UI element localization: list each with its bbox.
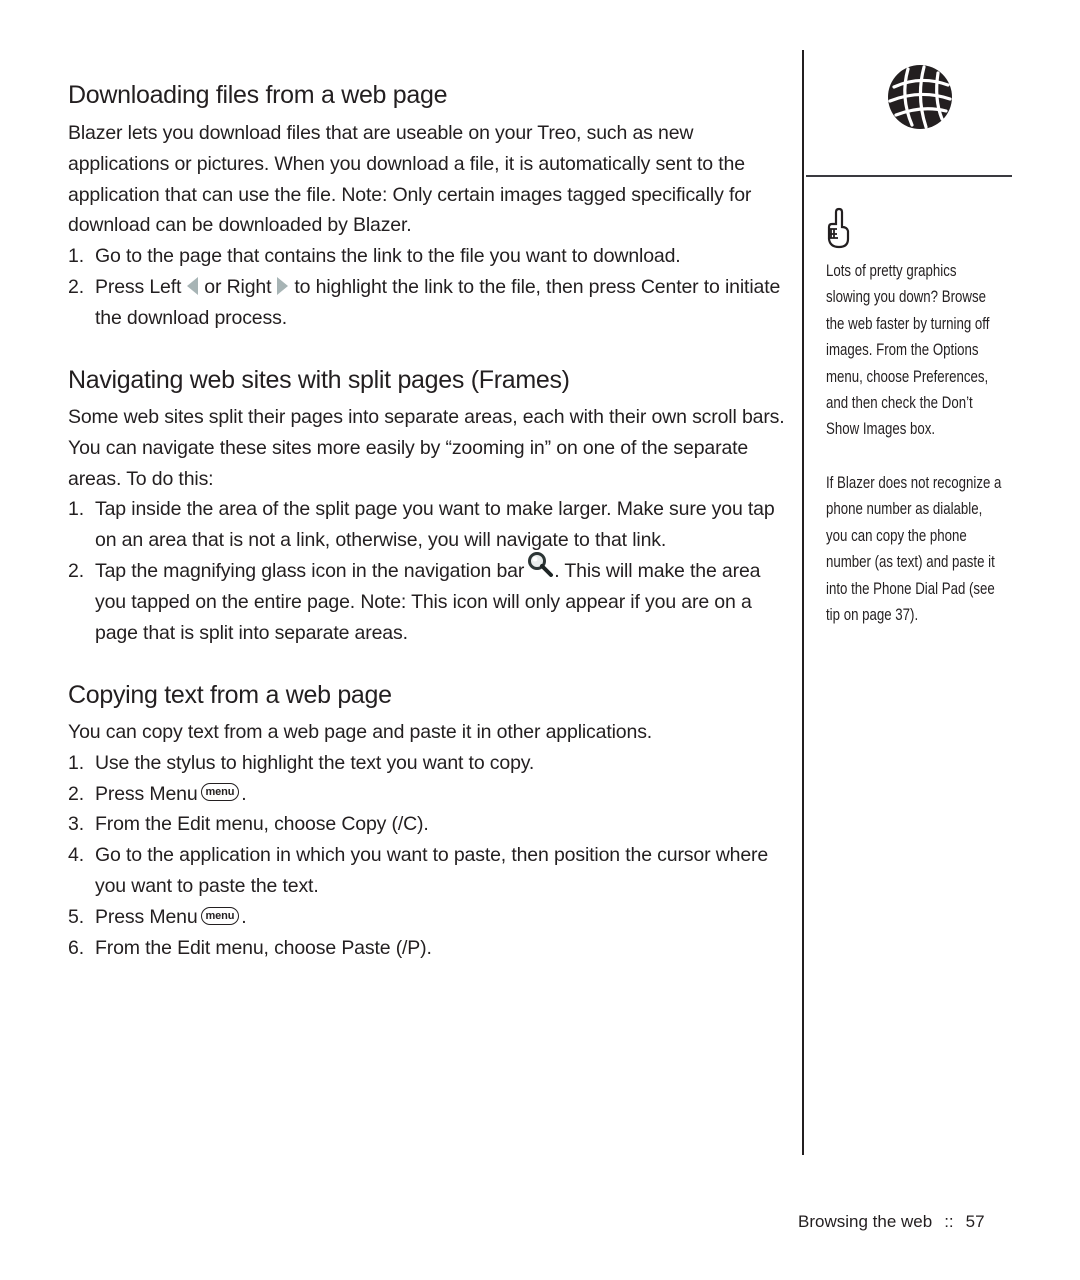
menu-key-icon: menu — [200, 906, 240, 925]
section-heading-downloading: Downloading files from a web page — [68, 81, 448, 109]
list-item: 2. Press Left or Right to highlight the lin… — [68, 275, 781, 329]
section-heading-frames: Navigating web sites with split pages (F… — [68, 366, 570, 394]
footer-separator: :: — [944, 1212, 954, 1231]
paragraph: Blazer lets you download files that are … — [68, 122, 752, 237]
sidebar-tip-images: Lots of pretty graphics slowing you down… — [826, 261, 990, 439]
paragraph: You can copy text from a web page and pa… — [68, 721, 653, 743]
sidebar-tip-phone-number: If Blazer does not recognize a phone num… — [826, 473, 1002, 625]
step-list: 1. Use the stylus to highlight the text y… — [68, 748, 788, 964]
right-arrow-icon — [277, 276, 289, 295]
list-item: 2. Press Menu menu. — [68, 782, 247, 805]
section-body-frames: Some web sites split their pages into se… — [68, 402, 788, 648]
sidebar-divider-vertical — [802, 50, 804, 1155]
globe-icon — [886, 63, 954, 136]
list-item: 1. Go to the page that contains the link … — [68, 245, 681, 268]
section-body-copying: You can copy text from a web page and pa… — [68, 717, 788, 963]
page-number: 57 — [965, 1212, 985, 1231]
sidebar-divider-horizontal — [806, 175, 1012, 177]
list-item: 5. Press Menu menu. — [68, 905, 247, 928]
tip-pointing-hand-icon — [825, 207, 853, 254]
chapter-name: Browsing the web — [798, 1212, 933, 1231]
list-item: 4. Go to the application in which you wan… — [68, 844, 769, 897]
step-list: 1. Go to the page that contains the link … — [68, 241, 788, 333]
list-item: 1. Use the stylus to highlight the text y… — [68, 751, 535, 774]
menu-key-icon: menu — [200, 783, 240, 802]
page-footer: Browsing the web:: 57 — [798, 1212, 985, 1232]
left-arrow-icon — [187, 276, 199, 295]
list-item: 3. From the Edit menu, choose Copy (/C). — [68, 813, 429, 836]
section-body-downloading: Blazer lets you download files that are … — [68, 118, 788, 334]
paragraph: Some web sites split their pages into se… — [68, 406, 785, 490]
section-heading-copying: Copying text from a web page — [68, 681, 392, 709]
list-item: 2. Tap the magnifying glass icon in the n… — [68, 551, 788, 648]
step-list: 1. Tap inside the area of the split page … — [68, 494, 788, 648]
list-item: 1. Tap inside the area of the split page … — [68, 498, 775, 552]
magnifying-glass-icon — [526, 551, 554, 587]
list-item: 6. From the Edit menu, choose Paste (/P). — [68, 936, 432, 959]
